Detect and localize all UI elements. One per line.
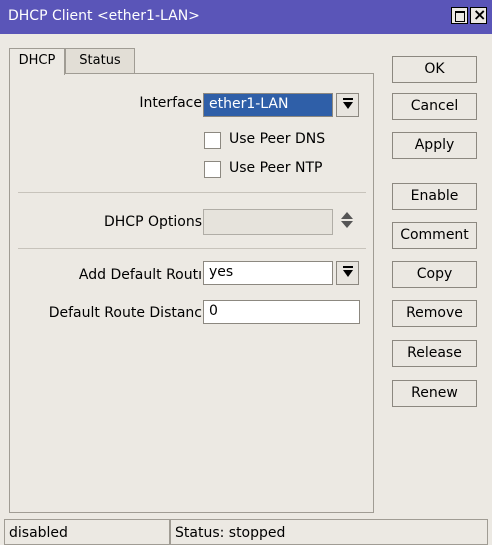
add-default-route-label: Add Default Routı	[78, 267, 202, 283]
maximize-icon[interactable]	[451, 7, 468, 24]
add-default-route-dropdown-button[interactable]	[336, 261, 359, 285]
enabled-state-text: disabled	[4, 519, 170, 545]
default-route-distance-input[interactable]: 0	[203, 300, 360, 324]
chevron-down-icon	[343, 270, 353, 277]
use-peer-ntp-checkbox[interactable]	[204, 161, 221, 178]
close-icon[interactable]: ×	[470, 5, 487, 24]
cancel-button[interactable]: Cancel	[392, 93, 477, 120]
tab-status[interactable]: Status	[65, 48, 135, 73]
up-down-arrows-icon[interactable]	[340, 210, 354, 232]
use-peer-dns-label: Use Peer DNS	[229, 131, 326, 147]
copy-button[interactable]: Copy	[392, 261, 477, 288]
dhcp-client-window: DHCP Client <ether1-LAN> × DHCP Status I…	[0, 0, 492, 545]
window-title: DHCP Client <ether1-LAN>	[8, 8, 200, 24]
separator	[18, 248, 366, 249]
dhcp-options-input[interactable]	[203, 209, 333, 235]
title-bar[interactable]: DHCP Client <ether1-LAN> ×	[0, 0, 492, 34]
interface-dropdown-button[interactable]	[336, 93, 359, 117]
chevron-down-icon	[343, 102, 353, 109]
add-default-route-select[interactable]: yes	[203, 261, 333, 285]
tab-dhcp[interactable]: DHCP	[9, 48, 65, 75]
ok-button[interactable]: OK	[392, 56, 477, 83]
separator	[18, 192, 366, 193]
status-text: Status: stopped	[170, 519, 488, 545]
dhcp-tab-panel: Interface ether1-LAN Use Peer DNS Use Pe…	[9, 73, 374, 513]
release-button[interactable]: Release	[392, 340, 477, 367]
use-peer-ntp-label: Use Peer NTP	[229, 160, 323, 176]
dropdown-bar-icon	[343, 266, 353, 268]
apply-button[interactable]: Apply	[392, 132, 477, 159]
enable-button[interactable]: Enable	[392, 183, 477, 210]
title-buttons: ×	[449, 5, 487, 24]
dropdown-bar-icon	[343, 98, 353, 100]
renew-button[interactable]: Renew	[392, 380, 477, 407]
interface-label: Interface	[139, 95, 202, 111]
comment-button[interactable]: Comment	[392, 222, 477, 249]
dhcp-options-label: DHCP Options	[104, 214, 202, 230]
interface-select[interactable]: ether1-LAN	[203, 93, 333, 117]
default-route-distance-label: Default Route Distanc	[48, 305, 202, 321]
status-bar: disabled Status: stopped	[0, 519, 492, 545]
remove-button[interactable]: Remove	[392, 300, 477, 327]
use-peer-dns-checkbox[interactable]	[204, 132, 221, 149]
